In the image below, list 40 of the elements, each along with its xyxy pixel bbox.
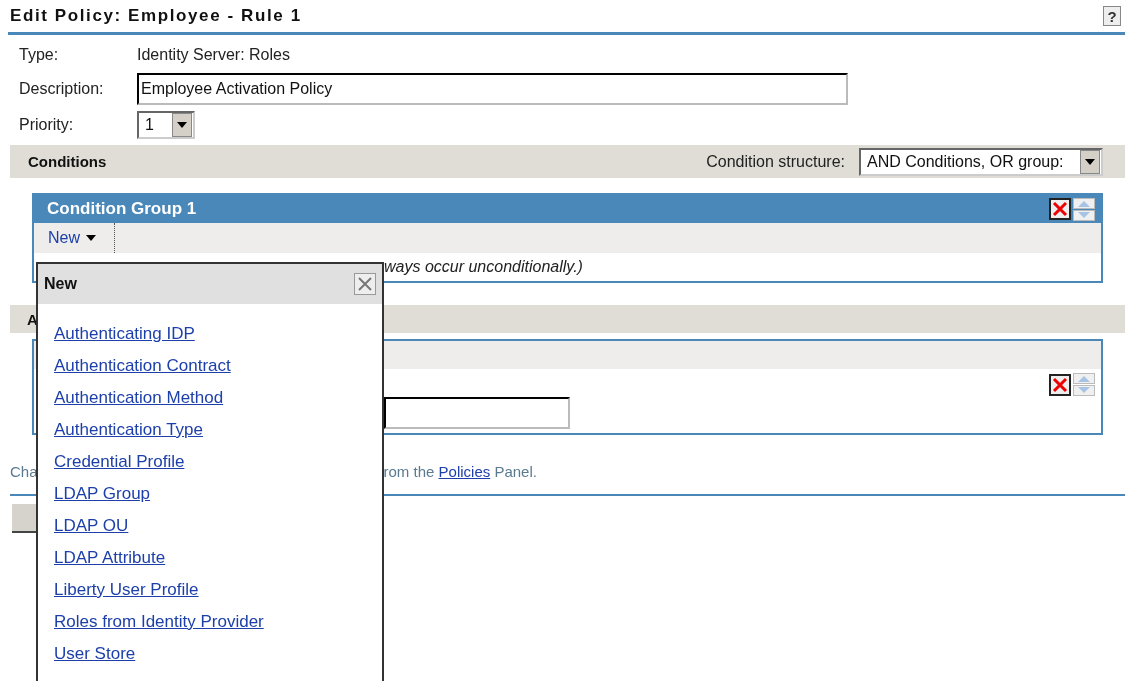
close-button[interactable] xyxy=(354,273,376,295)
menu-item[interactable]: Liberty User Profile xyxy=(54,574,199,606)
help-button[interactable]: ? xyxy=(1103,6,1121,26)
field-label: Type: xyxy=(19,46,60,64)
delete-icon xyxy=(1051,375,1069,394)
policies-link[interactable]: Policies xyxy=(438,463,491,480)
menu-item[interactable]: Authenticating IDP xyxy=(54,318,195,350)
group-title: Condition Group 1 xyxy=(47,199,197,219)
footer-text: Cha xyxy=(10,463,38,480)
section-heading: Conditions xyxy=(28,153,107,170)
menu-item[interactable]: Credential Profile xyxy=(54,446,185,478)
footer-text: rom the Policies Panel. xyxy=(383,463,537,480)
structure-select[interactable]: AND Conditions, OR group: xyxy=(859,147,1103,176)
page-title: Edit Policy: Employee - Rule 1 xyxy=(10,6,302,26)
menu-item[interactable]: User Store xyxy=(54,638,136,670)
new-menu-button[interactable]: New xyxy=(34,223,115,253)
close-icon xyxy=(358,277,372,291)
menu-item[interactable]: Authentication Contract xyxy=(54,350,231,382)
delete-button[interactable] xyxy=(1049,198,1071,220)
popup-title: New xyxy=(44,275,77,293)
menu-item[interactable]: LDAP Attribute xyxy=(54,542,166,574)
menu-item[interactable]: Roles from Identity Provider xyxy=(54,606,264,638)
menu-item[interactable]: Authentication Method xyxy=(54,382,224,414)
menu-item[interactable]: LDAP OU xyxy=(54,510,129,542)
delete-button[interactable] xyxy=(1049,373,1071,396)
priority-select[interactable]: 1 xyxy=(137,111,195,139)
menu-item[interactable]: Authentication Type xyxy=(54,414,203,446)
delete-icon xyxy=(1051,200,1069,218)
caret-icon xyxy=(1085,158,1095,165)
description-input[interactable]: Employee Activation Policy xyxy=(137,73,848,105)
structure-label: Condition structure: xyxy=(706,152,845,171)
menu-item[interactable]: LDAP Group xyxy=(54,478,151,510)
field-label: Priority: xyxy=(19,116,75,134)
type-value: Identity Server: Roles xyxy=(137,45,291,65)
group-note: ways occur unconditionally.) xyxy=(384,258,583,275)
caret-icon xyxy=(86,235,96,241)
field-label: Description: xyxy=(19,80,105,98)
action-input[interactable] xyxy=(384,397,570,429)
section-heading: A xyxy=(27,310,38,328)
caret-icon xyxy=(177,122,187,128)
